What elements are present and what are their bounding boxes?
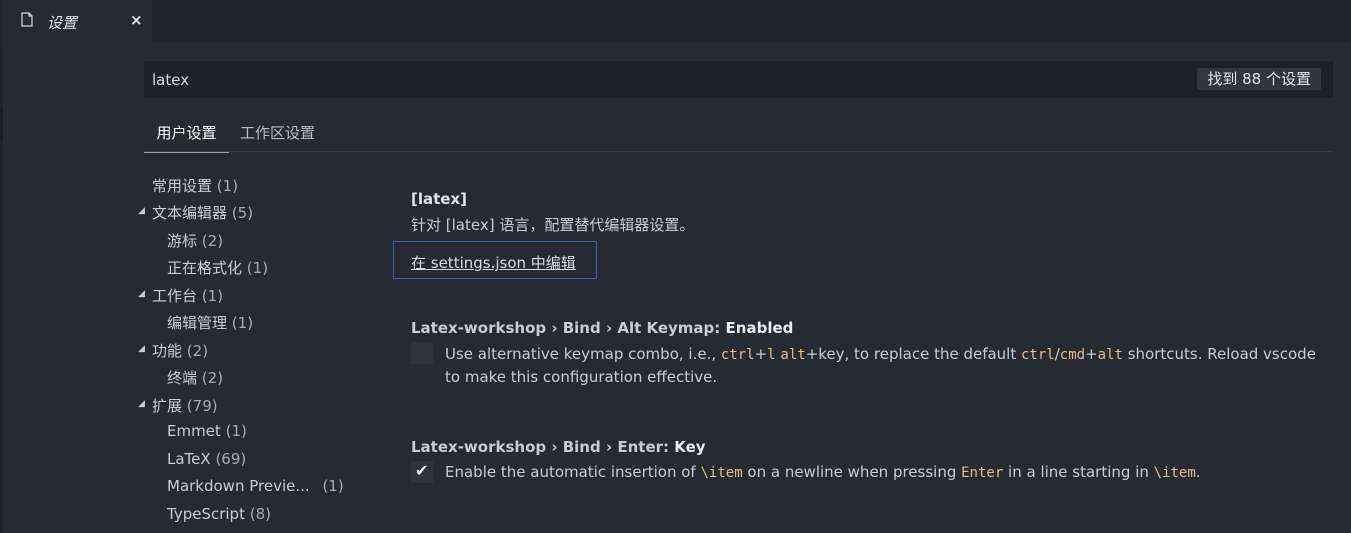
setting-desc-text: + bbox=[1085, 345, 1098, 363]
edit-link-label: 在 settings.json 中编辑 bbox=[411, 254, 576, 272]
setting-description: Use alternative keymap combo, i.e., ctrl… bbox=[445, 343, 1325, 388]
toc-item-count: (1) bbox=[322, 477, 344, 495]
setting-desc-text: Enable the automatic insertion of bbox=[445, 463, 701, 481]
setting-desc-text: Use alternative keymap combo, i.e., bbox=[445, 345, 721, 363]
close-icon[interactable]: × bbox=[130, 11, 143, 29]
toc-item-label: 功能 bbox=[152, 342, 183, 360]
toc-item-label: 正在格式化 bbox=[167, 259, 243, 277]
tab-user-settings[interactable]: 用户设置 bbox=[144, 122, 229, 153]
toc-item-count: (1) bbox=[216, 177, 239, 195]
setting-desc-code: ctrl bbox=[720, 347, 755, 363]
chevron-down-icon[interactable]: ◢ bbox=[138, 399, 145, 409]
toc-item-count: (79) bbox=[186, 397, 218, 415]
tab-bar: 设置 × bbox=[0, 0, 1351, 43]
setting-title: Latex-workshop › Bind › Enter: Key bbox=[411, 438, 706, 456]
left-gutter bbox=[0, 43, 3, 533]
toc-item-label: 编辑管理 bbox=[167, 314, 228, 332]
toc-item-extensions[interactable]: 扩展 (79) bbox=[152, 395, 218, 416]
toc-item-text-editor[interactable]: 文本编辑器 (5) bbox=[152, 202, 253, 223]
toc-item-workbench[interactable]: 工作台 (1) bbox=[152, 285, 223, 306]
setting-desc-code: \item bbox=[700, 465, 743, 481]
chevron-down-icon[interactable]: ◢ bbox=[138, 289, 145, 299]
toc-item-count: (1) bbox=[201, 287, 224, 305]
toc-item-emmet[interactable]: Emmet (1) bbox=[167, 422, 247, 440]
toc-item-label: 游标 bbox=[167, 232, 198, 250]
setting-desc-code: \item bbox=[1153, 465, 1196, 481]
section-description: 针对 [latex] 语言，配置替代编辑器设置。 bbox=[411, 216, 695, 234]
toc-item-label: 文本编辑器 bbox=[152, 204, 228, 222]
toc-item-label: 扩展 bbox=[152, 397, 183, 415]
tab-title: 设置 bbox=[47, 14, 78, 32]
toc-item-count: (2) bbox=[201, 232, 224, 250]
setting-desc-code: alt bbox=[780, 347, 806, 363]
chevron-down-icon[interactable]: ◢ bbox=[138, 344, 145, 354]
toc-item-label: Emmet bbox=[167, 422, 221, 440]
toc-item-features[interactable]: 功能 (2) bbox=[152, 340, 208, 361]
setting-title: Latex-workshop › Bind › Alt Keymap: Enab… bbox=[411, 319, 793, 337]
toc-item-common[interactable]: 常用设置 (1) bbox=[152, 175, 238, 196]
setting-desc-text: + bbox=[754, 345, 768, 363]
toc-item-formatting[interactable]: 正在格式化 (1) bbox=[167, 257, 268, 278]
toc-item-count: (2) bbox=[201, 369, 224, 387]
toc-item-label: 常用设置 bbox=[152, 177, 213, 195]
tab-workspace-settings[interactable]: 工作区设置 bbox=[240, 122, 315, 151]
toc-item-count: (1) bbox=[231, 314, 254, 332]
chevron-down-icon[interactable]: ◢ bbox=[138, 206, 145, 216]
toc-item-count: (1) bbox=[225, 422, 247, 440]
setting-desc-text: in a line starting in bbox=[1003, 463, 1154, 481]
setting-category: Latex-workshop › Bind › Enter: bbox=[411, 438, 675, 456]
setting-name: Enabled bbox=[725, 319, 794, 337]
search-input[interactable] bbox=[150, 69, 1054, 91]
gutter-marker bbox=[0, 108, 3, 140]
section-title: [latex] bbox=[411, 190, 467, 208]
setting-desc-code: Enter bbox=[961, 465, 1004, 481]
toc-item-latex[interactable]: LaTeX (69) bbox=[167, 450, 246, 468]
search-bar: 找到 88 个设置 bbox=[144, 61, 1333, 98]
setting-desc-text: . bbox=[1195, 463, 1201, 481]
toc-item-editor-management[interactable]: 编辑管理 (1) bbox=[167, 312, 253, 333]
setting-desc-code: alt bbox=[1097, 347, 1123, 363]
setting-desc-code: l bbox=[767, 347, 776, 363]
setting-desc-code: cmd bbox=[1059, 347, 1086, 363]
toc-item-count: (8) bbox=[249, 505, 271, 523]
toc-item-label: Markdown Previe... bbox=[167, 477, 310, 495]
tab-settings[interactable]: 设置 × bbox=[3, 0, 152, 43]
setting-checkbox[interactable]: ✔ bbox=[411, 461, 433, 483]
setting-desc-code: ctrl bbox=[1021, 347, 1055, 363]
tabs-divider bbox=[144, 151, 1333, 152]
setting-checkbox[interactable] bbox=[411, 342, 433, 364]
toc-item-count: (5) bbox=[231, 204, 254, 222]
toc-item-typescript[interactable]: TypeScript (8) bbox=[167, 505, 271, 523]
toc-item-label: 终端 bbox=[167, 369, 198, 387]
toc-item-count: (69) bbox=[215, 450, 247, 468]
toc-item-terminal[interactable]: 终端 (2) bbox=[167, 367, 223, 388]
edit-in-settings-json-link[interactable]: 在 settings.json 中编辑 bbox=[393, 241, 597, 279]
setting-name: Key bbox=[674, 438, 706, 456]
setting-desc-text: on a newline when pressing bbox=[742, 463, 962, 481]
search-result-count: 找到 88 个设置 bbox=[1197, 68, 1321, 90]
setting-description: Enable the automatic insertion of \item … bbox=[445, 461, 1325, 484]
setting-desc-text: +key, to replace the default bbox=[805, 345, 1021, 363]
toc-item-label: 工作台 bbox=[152, 287, 198, 305]
toc-item-label: TypeScript bbox=[167, 505, 245, 523]
toc-item-count: (1) bbox=[246, 259, 269, 277]
toc-item-markdown-preview[interactable]: Markdown Previe... (1) bbox=[167, 477, 344, 495]
file-icon bbox=[21, 12, 33, 27]
toc-item-label: LaTeX bbox=[167, 450, 211, 468]
toc-item-cursor[interactable]: 游标 (2) bbox=[167, 230, 223, 251]
setting-category: Latex-workshop › Bind › Alt Keymap: bbox=[411, 319, 726, 337]
toc-item-count: (2) bbox=[186, 342, 209, 360]
check-icon: ✔ bbox=[415, 461, 429, 480]
